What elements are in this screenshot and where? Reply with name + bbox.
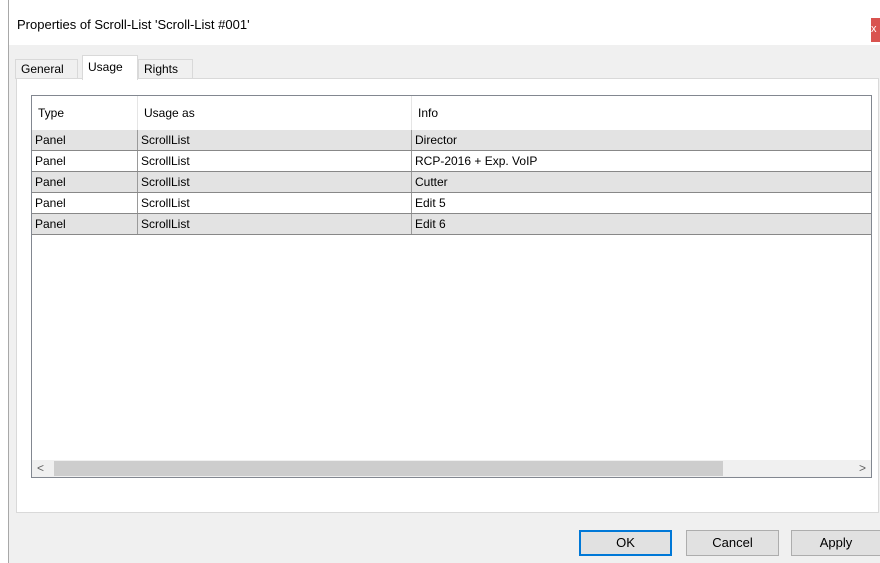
table-row[interactable]: Panel ScrollList Cutter (32, 172, 871, 193)
cell-info: Edit 5 (415, 196, 446, 210)
cell-usage-as: ScrollList (138, 130, 412, 150)
close-icon: x (871, 23, 877, 35)
ok-button[interactable]: OK (579, 530, 672, 556)
usage-list[interactable]: Type Usage as Info Panel ScrollList Dire… (31, 95, 872, 478)
column-header-usage-as[interactable]: Usage as (138, 96, 412, 130)
table-row[interactable]: Panel ScrollList Director (32, 130, 871, 151)
cell-type: Panel (32, 172, 138, 192)
cell-usage-as: ScrollList (138, 172, 412, 192)
horizontal-scrollbar[interactable]: < > (32, 460, 871, 477)
cell-info: RCP-2016 + Exp. VoIP (415, 154, 538, 168)
chevron-right-icon[interactable]: > (854, 460, 871, 477)
title-bar[interactable]: Properties of Scroll-List 'Scroll-List #… (9, 0, 880, 45)
tab-usage[interactable]: Usage (82, 55, 138, 80)
column-header-type[interactable]: Type (32, 96, 138, 130)
table-row[interactable]: Panel ScrollList RCP-2016 + Exp. VoIP (32, 151, 871, 172)
tab-rights[interactable]: Rights (138, 59, 193, 79)
cell-usage-as: ScrollList (138, 151, 412, 171)
scrollbar-thumb[interactable] (54, 461, 723, 476)
cell-type: Panel (32, 130, 138, 150)
table-row[interactable]: Panel ScrollList Edit 5 (32, 193, 871, 214)
cell-usage-as: ScrollList (138, 193, 412, 213)
cell-type: Panel (32, 151, 138, 171)
cell-usage-as: ScrollList (138, 214, 412, 234)
cell-info: Director (415, 133, 458, 147)
window-title: Properties of Scroll-List 'Scroll-List #… (17, 17, 250, 32)
table-row[interactable]: Panel ScrollList Edit 6 (32, 214, 871, 235)
cell-info: Cutter (415, 175, 448, 189)
cell-type: Panel (32, 193, 138, 213)
list-header: Type Usage as Info (32, 96, 871, 131)
properties-dialog: Properties of Scroll-List 'Scroll-List #… (8, 0, 880, 563)
tab-general[interactable]: General (15, 59, 78, 79)
chevron-left-icon[interactable]: < (32, 460, 49, 477)
apply-button[interactable]: Apply (791, 530, 880, 556)
column-header-info[interactable]: Info (412, 96, 871, 130)
cancel-button[interactable]: Cancel (686, 530, 779, 556)
cell-type: Panel (32, 214, 138, 234)
close-button[interactable]: x (871, 18, 880, 42)
cell-info: Edit 6 (415, 217, 446, 231)
